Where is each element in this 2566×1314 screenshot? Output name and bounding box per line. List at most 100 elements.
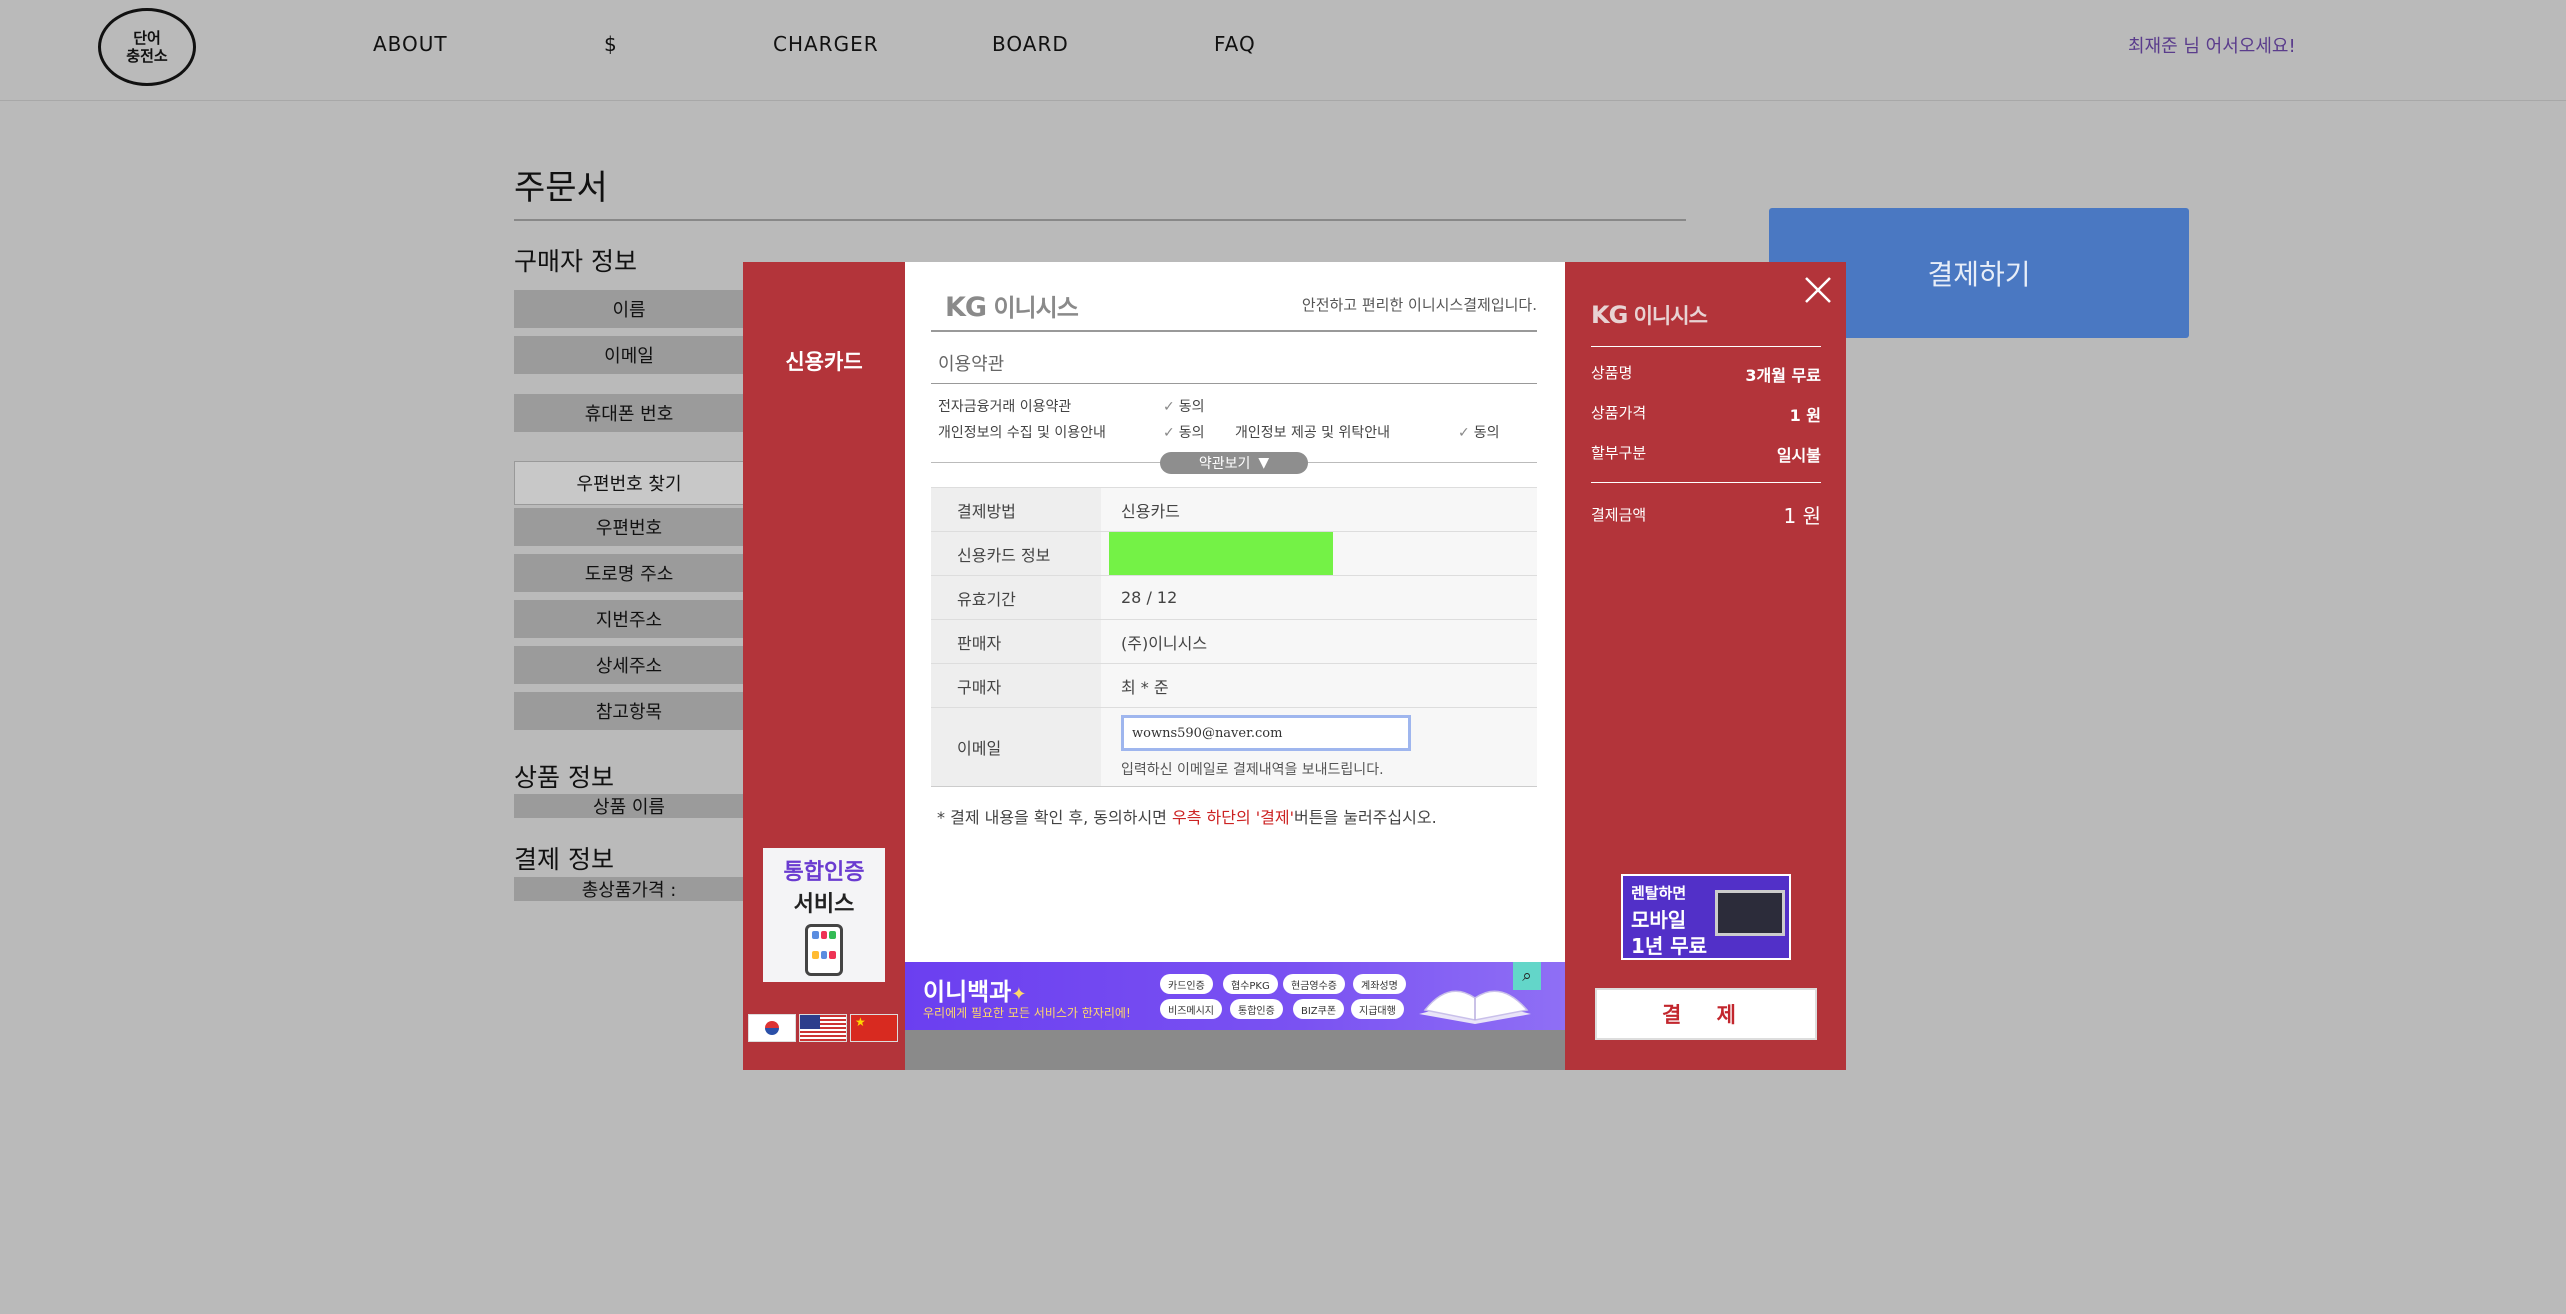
auth-ad-line-1: 통합인증 bbox=[783, 860, 865, 885]
nav-faq[interactable]: FAQ bbox=[1214, 32, 1256, 56]
integrated-auth-ad[interactable]: 통합인증 서비스 bbox=[763, 848, 885, 982]
view-terms-label: 약관보기 bbox=[1198, 456, 1251, 472]
agree-label: 동의 bbox=[1473, 425, 1500, 441]
agree-label: 동의 bbox=[1178, 399, 1205, 415]
logo-inicis: 이니시스 bbox=[993, 294, 1078, 322]
terms-label-2: 개인정보의 수집 및 이용안내 bbox=[938, 425, 1106, 441]
logo-inicis: 이니시스 bbox=[1633, 304, 1708, 328]
postcode-field[interactable]: 우편번호 bbox=[514, 508, 744, 546]
payment-section-title: 결제 정보 bbox=[514, 845, 614, 874]
row-key: 결제방법 bbox=[931, 488, 1101, 531]
banner-subtitle: 우리에게 필요한 모든 서비스가 한자리에! bbox=[923, 1006, 1131, 1020]
row-value: 최 * 준 bbox=[1101, 664, 1537, 707]
search-icon[interactable]: ⌕ bbox=[1513, 962, 1541, 990]
modal-center-panel: KG 이니시스 안전하고 편리한 이니시스결제입니다. 이용약관 전자금융거래 … bbox=[905, 262, 1565, 1070]
modal-left-panel: 신용카드 통합인증 서비스 bbox=[743, 262, 905, 1070]
summary-row-price: 상품가격 1 원 bbox=[1591, 402, 1821, 426]
postcode-search-button[interactable]: 우편번호 찾기 bbox=[514, 461, 744, 505]
total-value: 1 원 bbox=[1783, 504, 1821, 528]
notice-highlight: 우측 하단의 '결제' bbox=[1171, 808, 1294, 827]
summary-row-installment: 할부구분 일시불 bbox=[1591, 442, 1821, 466]
terms-agree-1[interactable]: ✓ 동의 bbox=[1163, 396, 1205, 416]
row-value: 신용카드 bbox=[1101, 488, 1537, 531]
bullet: * bbox=[937, 808, 945, 827]
rental-ad-line-1: 렌탈하면 bbox=[1631, 884, 1687, 902]
summary-label: 할부구분 bbox=[1591, 444, 1647, 462]
summary-value: 3개월 무료 bbox=[1745, 366, 1821, 385]
check-icon: ✓ bbox=[1163, 399, 1175, 415]
top-nav: 단어 충전소 ABOUT $ CHARGER BOARD FAQ 최재준 님 어… bbox=[0, 0, 2566, 101]
total-label: 결제금액 bbox=[1591, 506, 1647, 524]
final-pay-button[interactable]: 결 제 bbox=[1595, 988, 1817, 1040]
table-row: 결제방법 신용카드 bbox=[931, 487, 1537, 531]
summary-row-product: 상품명 3개월 무료 bbox=[1591, 362, 1821, 386]
rental-ad[interactable]: 렌탈하면 모바일 1년 무료 bbox=[1621, 874, 1791, 960]
notice-suffix: 버튼을 눌러주십시오. bbox=[1294, 808, 1437, 827]
banner-pill[interactable]: 현금영수증 bbox=[1283, 974, 1345, 994]
buyer-email-field[interactable]: 이메일 bbox=[514, 336, 744, 374]
bottom-strip bbox=[905, 1030, 1565, 1070]
banner-pill[interactable]: 통합인증 bbox=[1230, 999, 1283, 1019]
korean-flag-icon[interactable] bbox=[748, 1014, 796, 1042]
auth-ad-line-2: 서비스 bbox=[793, 892, 855, 917]
order-title: 주문서 bbox=[514, 168, 608, 208]
nav-board[interactable]: BOARD bbox=[992, 32, 1069, 56]
banner-pill[interactable]: 비즈메시지 bbox=[1160, 999, 1222, 1019]
reference-field[interactable]: 참고항목 bbox=[514, 692, 744, 730]
summary-row-total: 결제금액 1 원 bbox=[1591, 500, 1821, 529]
logo-kg: KG bbox=[1591, 301, 1628, 329]
terms-label-3: 개인정보 제공 및 위탁안내 bbox=[1235, 425, 1391, 441]
summary-label: 상품명 bbox=[1591, 364, 1633, 382]
inicis-logo: KG 이니시스 bbox=[945, 288, 1079, 323]
nav-about[interactable]: ABOUT bbox=[373, 32, 448, 56]
banner-pill[interactable]: BIZ쿠폰 bbox=[1293, 999, 1345, 1019]
view-terms-button[interactable]: 약관보기 ▼ bbox=[1160, 452, 1308, 474]
email-input[interactable]: wowns590@naver.com bbox=[1121, 715, 1411, 751]
phone-icon bbox=[805, 924, 843, 976]
nav-price[interactable]: $ bbox=[604, 32, 618, 56]
buyer-phone-field[interactable]: 휴대폰 번호 bbox=[514, 394, 744, 432]
caret-down-icon: ▼ bbox=[1258, 455, 1270, 471]
row-value: 28 / 12 bbox=[1101, 576, 1537, 619]
banner-pill[interactable]: 카드인증 bbox=[1160, 974, 1213, 994]
detail-address-field[interactable]: 상세주소 bbox=[514, 646, 744, 684]
terms-agree-2[interactable]: ✓ 동의 bbox=[1163, 422, 1205, 442]
agree-label: 동의 bbox=[1178, 425, 1205, 441]
table-row: 신용카드 정보 bbox=[931, 531, 1537, 576]
modal-right-panel: KG 이니시스 상품명 3개월 무료 상품가격 1 원 할부구분 일시불 결제금… bbox=[1565, 262, 1846, 1070]
banner-pill[interactable]: 협수PKG bbox=[1223, 974, 1278, 994]
card-info-masked bbox=[1109, 531, 1333, 576]
terms-title: 이용약관 bbox=[938, 354, 1005, 375]
header-divider bbox=[931, 330, 1537, 332]
terms-agree-3[interactable]: ✓ 동의 bbox=[1458, 422, 1500, 442]
row-key: 이메일 bbox=[931, 708, 1101, 786]
buyer-name-field[interactable]: 이름 bbox=[514, 290, 744, 328]
confirm-notice: * 결제 내용을 확인 후, 동의하시면 우측 하단의 '결제'버튼을 눌러주십… bbox=[937, 804, 1437, 828]
product-section-title: 상품 정보 bbox=[514, 763, 614, 792]
china-flag-icon[interactable] bbox=[850, 1014, 898, 1042]
nav-charger[interactable]: CHARGER bbox=[773, 32, 879, 56]
logo-line-2: 충전소 bbox=[126, 47, 168, 65]
summary-value: 1 원 bbox=[1789, 406, 1821, 425]
row-value: (주)이니시스 bbox=[1101, 620, 1537, 663]
payment-method-title: 신용카드 bbox=[785, 350, 863, 374]
summary-value: 일시불 bbox=[1776, 446, 1821, 465]
order-divider bbox=[514, 219, 1686, 221]
site-logo[interactable]: 단어 충전소 bbox=[98, 8, 196, 86]
inicis-wiki-banner[interactable]: 이니백과✦ 우리에게 필요한 모든 서비스가 한자리에! 카드인증 협수PKG … bbox=[905, 962, 1565, 1030]
row-key: 판매자 bbox=[931, 620, 1101, 663]
row-key: 구매자 bbox=[931, 664, 1101, 707]
table-row: 유효기간 28 / 12 bbox=[931, 575, 1537, 619]
banner-pill[interactable]: 지급대행 bbox=[1351, 999, 1404, 1019]
summary-divider-bottom bbox=[1591, 482, 1821, 483]
terms-label-1: 전자금융거래 이용약관 bbox=[938, 399, 1072, 415]
road-address-field[interactable]: 도로명 주소 bbox=[514, 554, 744, 592]
summary-label: 상품가격 bbox=[1591, 404, 1647, 422]
close-icon[interactable] bbox=[1802, 274, 1834, 306]
us-flag-icon[interactable] bbox=[799, 1014, 847, 1042]
row-key: 유효기간 bbox=[931, 576, 1101, 619]
welcome-message: 최재준 님 어서오세요! bbox=[2128, 36, 2296, 57]
lot-address-field[interactable]: 지번주소 bbox=[514, 600, 744, 638]
banner-pill[interactable]: 계좌성명 bbox=[1353, 974, 1406, 994]
terms-divider bbox=[931, 383, 1537, 384]
